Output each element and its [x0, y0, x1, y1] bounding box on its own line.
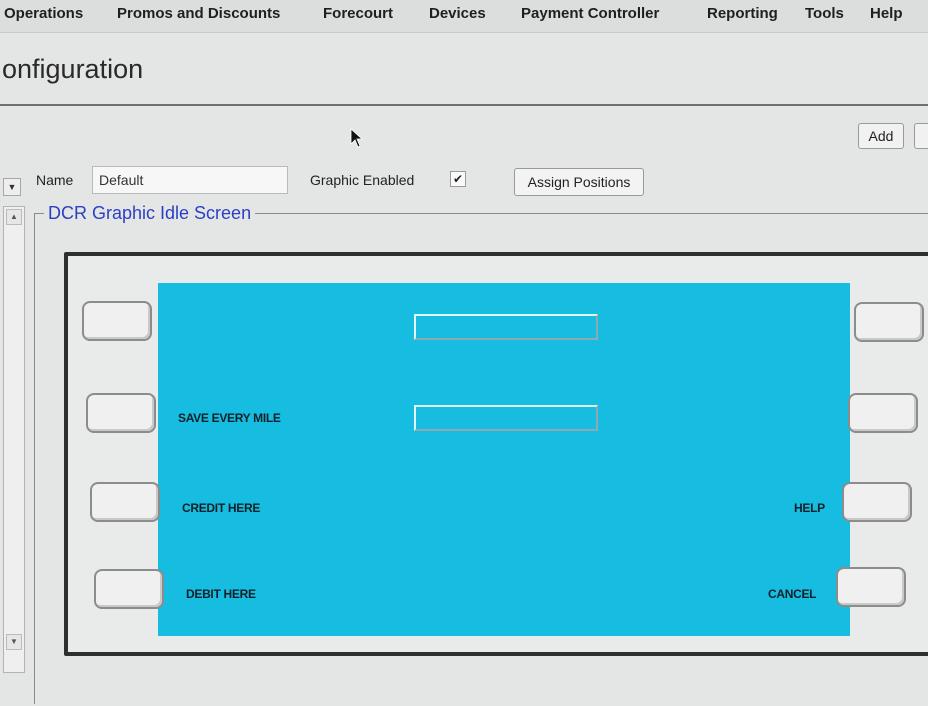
soft-key-left-3[interactable]	[90, 482, 160, 522]
soft-key-right-4[interactable]	[836, 567, 906, 607]
screen-label-help: HELP	[794, 501, 825, 515]
name-field[interactable]	[92, 166, 288, 194]
menu-item-devices[interactable]: Devices	[429, 5, 486, 22]
scroll-up-icon[interactable]: ▲	[6, 209, 22, 225]
groupbox-legend: DCR Graphic Idle Screen	[44, 203, 256, 224]
list-scrollbar[interactable]: ▲ ▼	[3, 206, 25, 673]
soft-key-left-4[interactable]	[94, 569, 164, 609]
menu-bar: Operations Promos and Discounts Forecour…	[0, 0, 928, 33]
scroll-down-icon[interactable]: ▼	[6, 634, 22, 650]
graphic-enabled-label: Graphic Enabled	[310, 172, 415, 188]
screen-label-save-every-mile: SAVE EVERY MILE	[178, 411, 281, 425]
soft-key-left-2[interactable]	[86, 393, 156, 433]
menu-item-tools[interactable]: Tools	[805, 5, 844, 22]
menu-item-help[interactable]: Help	[870, 5, 903, 22]
screen-label-cancel: CANCEL	[768, 587, 817, 601]
soft-key-right-3[interactable]	[842, 482, 912, 522]
menu-item-forecourt[interactable]: Forecourt	[323, 5, 393, 22]
name-label: Name	[36, 172, 74, 188]
add-button[interactable]: Add	[858, 123, 904, 149]
screen-field-top[interactable]	[414, 314, 598, 340]
graphic-enabled-checkbox[interactable]: ✔	[450, 171, 466, 187]
screen-field-middle[interactable]	[414, 405, 598, 431]
menu-item-reporting[interactable]: Reporting	[707, 5, 778, 22]
menu-item-operations[interactable]: Operations	[4, 5, 83, 22]
cursor-arrow-icon	[350, 128, 364, 153]
list-dropdown-button[interactable]: ▼	[3, 178, 21, 196]
screen-label-credit-here: CREDIT HERE	[182, 501, 261, 515]
soft-key-left-1[interactable]	[82, 301, 152, 341]
screen-label-debit-here: DEBIT HERE	[186, 587, 256, 601]
soft-key-right-1[interactable]	[854, 302, 924, 342]
toolbar-next-button[interactable]	[914, 123, 928, 149]
page-title: onfiguration	[2, 54, 144, 84]
title-divider	[0, 104, 928, 106]
assign-positions-button[interactable]: Assign Positions	[514, 168, 644, 196]
soft-key-right-2[interactable]	[848, 393, 918, 433]
menu-item-payment-controller[interactable]: Payment Controller	[521, 5, 659, 22]
chevron-down-icon: ▼	[7, 182, 17, 192]
menu-item-promos-and-discounts[interactable]: Promos and Discounts	[117, 5, 280, 22]
